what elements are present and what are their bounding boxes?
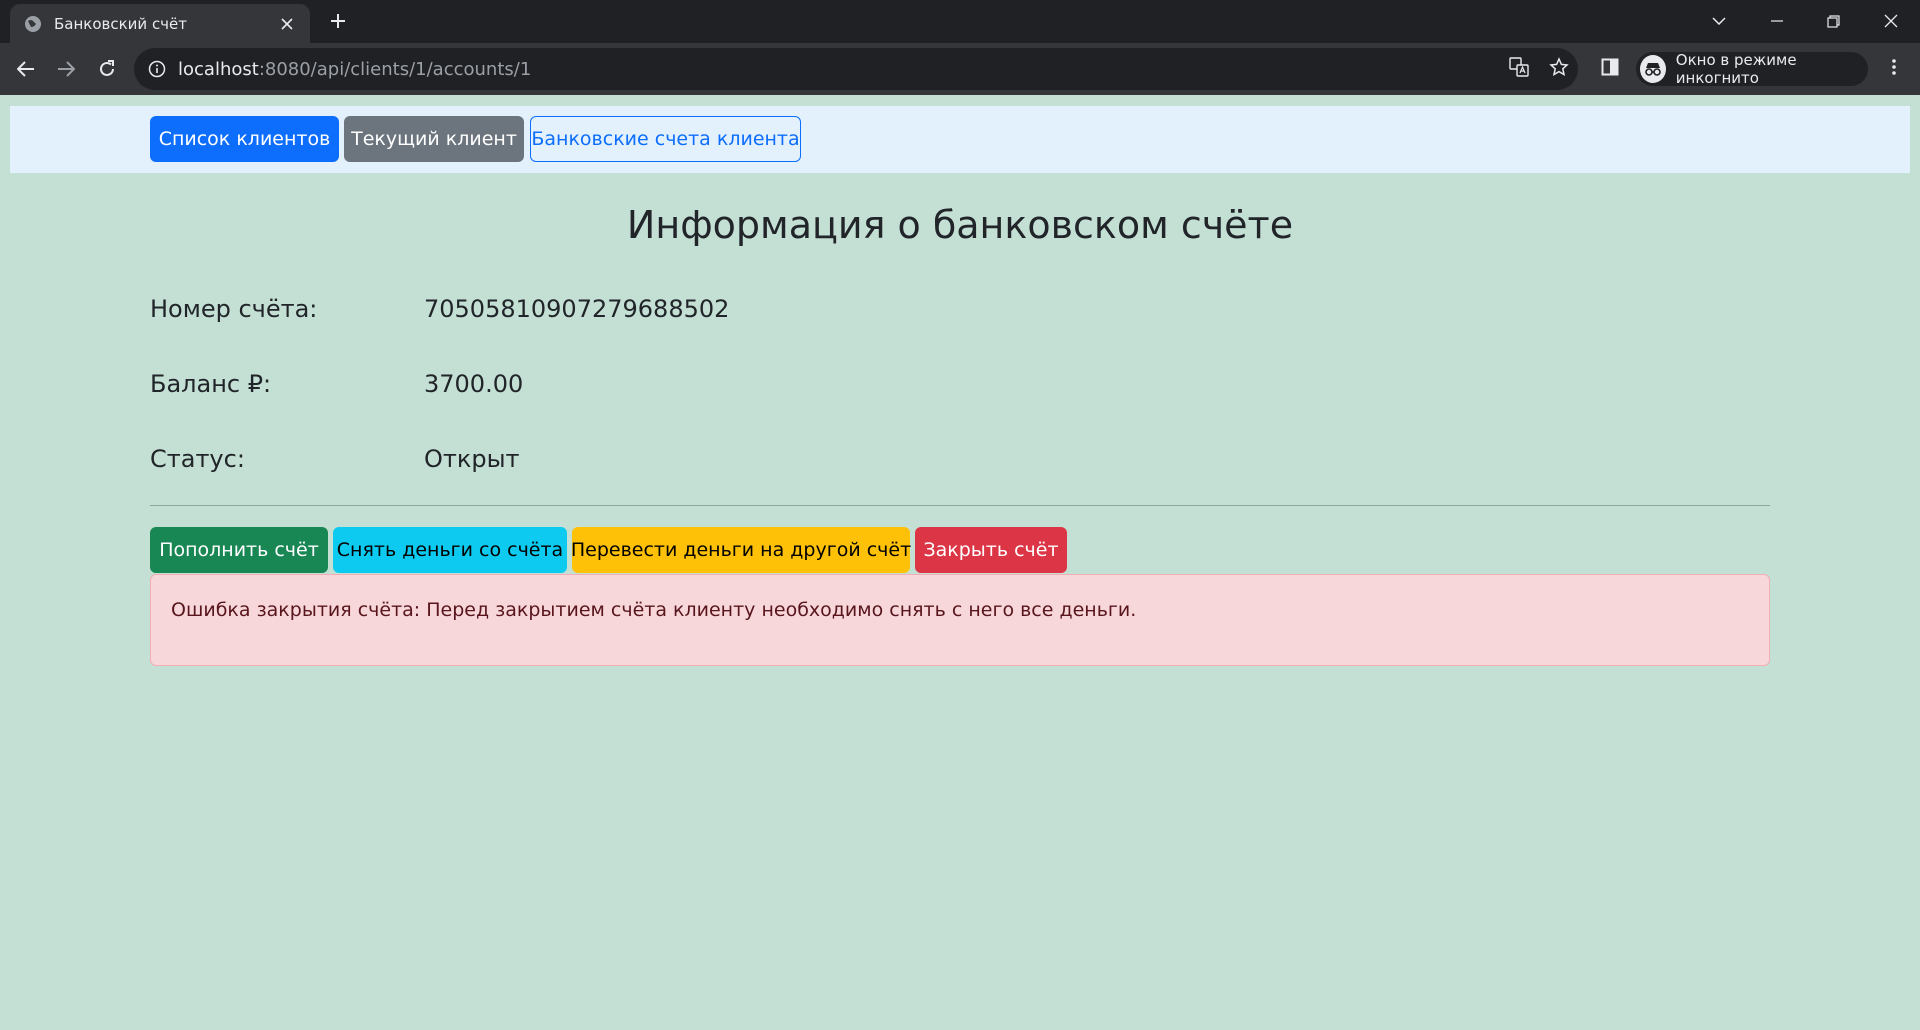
client-accounts-button[interactable]: Банковские счета клиента xyxy=(530,116,801,162)
back-arrow-icon[interactable] xyxy=(12,55,40,83)
translate-icon[interactable] xyxy=(1505,53,1533,81)
clients-list-button[interactable]: Список клиентов xyxy=(150,116,339,162)
url-path: :8080/api/clients/1/accounts/1 xyxy=(258,58,532,80)
restore-icon[interactable] xyxy=(1818,6,1848,36)
incognito-indicator[interactable]: Окно в режиме инкогнито xyxy=(1636,51,1868,87)
browser-toolbar: localhost:8080/api/clients/1/accounts/1 … xyxy=(0,43,1920,95)
divider xyxy=(150,505,1770,506)
forward-arrow-icon[interactable] xyxy=(52,55,80,83)
window-close-icon[interactable] xyxy=(1876,6,1906,36)
close-account-button[interactable]: Закрыть счёт xyxy=(915,527,1067,573)
balance-label: Баланс ₽: xyxy=(150,370,272,398)
tab-title: Банковский счёт xyxy=(54,14,188,33)
incognito-icon xyxy=(1640,55,1666,83)
reload-icon[interactable] xyxy=(93,55,121,83)
account-number-value: 70505810907279688502 xyxy=(424,295,730,323)
balance-value: 3700.00 xyxy=(424,370,524,398)
close-icon[interactable] xyxy=(276,13,298,35)
status-label: Статус: xyxy=(150,445,245,473)
tab-search-icon[interactable] xyxy=(1704,6,1734,36)
page-title: Информация о банковском счёте xyxy=(626,203,1294,247)
error-alert: Ошибка закрытия счёта: Перед закрытием с… xyxy=(150,574,1770,666)
minimize-icon[interactable] xyxy=(1762,6,1792,36)
page-content: Список клиентов Текущий клиент Банковски… xyxy=(0,95,1920,1030)
new-tab-icon[interactable] xyxy=(326,9,350,33)
browser-tabstrip: Банковский счёт xyxy=(0,0,1920,43)
url-host: localhost xyxy=(178,58,259,80)
bookmark-star-icon[interactable] xyxy=(1545,53,1573,81)
info-icon[interactable] xyxy=(148,60,166,78)
withdraw-button[interactable]: Снять деньги со счёта xyxy=(333,527,567,573)
side-panel-icon[interactable] xyxy=(1596,53,1624,81)
deposit-button[interactable]: Пополнить счёт xyxy=(150,527,328,573)
globe-icon xyxy=(25,15,41,32)
transfer-button[interactable]: Перевести деньги на другой счёт xyxy=(571,527,911,573)
current-client-button[interactable]: Текущий клиент xyxy=(344,116,524,162)
browser-tab[interactable]: Банковский счёт xyxy=(10,4,310,43)
address-bar[interactable]: localhost:8080/api/clients/1/accounts/1 xyxy=(134,48,1578,90)
status-value: Открыт xyxy=(424,445,520,473)
error-message: Ошибка закрытия счёта: Перед закрытием с… xyxy=(171,599,1137,621)
account-number-label: Номер счёта: xyxy=(150,295,318,323)
menu-dots-icon[interactable] xyxy=(1880,53,1908,81)
incognito-label: Окно в режиме инкогнито xyxy=(1675,51,1797,87)
